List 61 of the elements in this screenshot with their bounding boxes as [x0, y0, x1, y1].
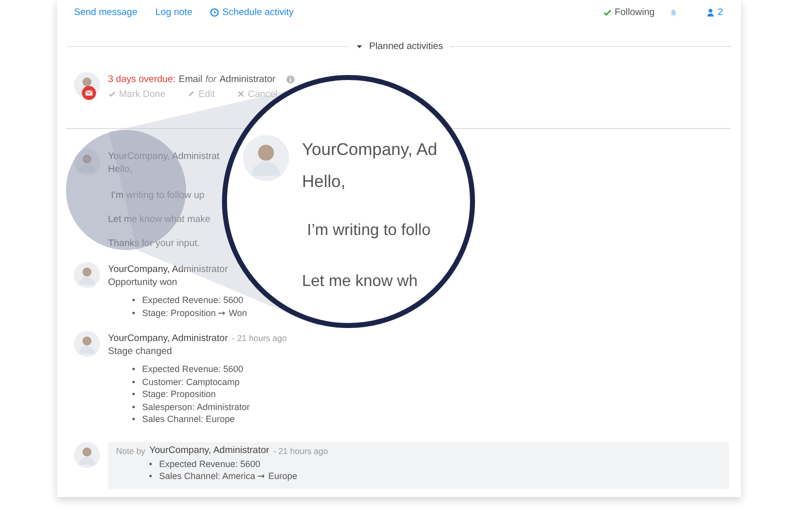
following-button[interactable]: Following	[602, 6, 655, 18]
activity-action-link[interactable]: Mark Done	[108, 88, 166, 100]
magnified-author: YourCompany, Ad	[302, 140, 438, 160]
for-label: for	[205, 74, 216, 84]
bullet-marker: •	[149, 458, 152, 470]
magnified-text: I’m writing to follo	[307, 222, 431, 240]
tracking-change: Stage: Proposition ➞ Won	[142, 306, 248, 319]
envelope-icon	[82, 86, 96, 100]
magnified-text: Let me know wh	[302, 273, 418, 291]
activity-action-link[interactable]: Cancel	[236, 88, 278, 100]
check-icon	[602, 8, 612, 16]
clock-icon	[210, 8, 220, 16]
pencil-icon	[187, 90, 196, 98]
tracking-change: Sales Channel: America ➞ Europe	[159, 470, 298, 482]
toolbar-link[interactable]: Log note	[155, 6, 192, 18]
author-name: YourCompany, Administrator	[108, 332, 228, 344]
avatar-icon	[74, 149, 100, 175]
magnified-text: Hello,	[302, 172, 346, 192]
message-text: Hello,	[108, 163, 134, 176]
bullet-marker: •	[132, 376, 136, 388]
bullet-marker: •	[149, 470, 152, 482]
tracking-change: Sales Channel: Europe	[142, 413, 235, 426]
note-prefix: Note by	[116, 446, 146, 456]
tracking-change: Customer: Camptocamp	[142, 376, 240, 388]
bullet-marker: •	[132, 413, 136, 426]
activity-assignee: Administrator	[219, 74, 276, 84]
check-icon	[108, 90, 116, 98]
message-time: - 21 hours ago	[273, 446, 328, 456]
activity-action-link[interactable]: Edit	[187, 88, 215, 100]
tracking-change: Expected Revenue: 5600	[142, 363, 244, 376]
avatar-icon	[243, 135, 289, 181]
info-icon[interactable]	[286, 74, 296, 84]
message-subtitle: Opportunity won	[108, 276, 178, 290]
overdue-label: 3 days overdue:	[108, 74, 176, 84]
user-icon	[706, 8, 715, 16]
toolbar-link[interactable]: Send message	[74, 6, 138, 18]
planned-activities-toggle[interactable]: Planned activities	[356, 40, 443, 52]
author-name: YourCompany, Administrator	[108, 264, 228, 274]
avatar-icon	[74, 331, 100, 357]
message-text: Thanks for your input.	[108, 237, 201, 250]
avatar-icon	[74, 442, 100, 468]
toolbar-link[interactable]: Schedule activity	[210, 6, 294, 18]
tracking-change: Stage: Proposition	[142, 388, 216, 400]
bell-icon[interactable]	[668, 8, 678, 16]
tracking-change: Expected Revenue: 5600	[142, 294, 244, 306]
bullet-marker: •	[132, 400, 136, 413]
message-time: - 21 hours ago	[232, 333, 287, 343]
message-subtitle: Stage changed	[108, 345, 173, 359]
author-name: YourCompany, Administrat	[108, 150, 220, 162]
bullet-marker: •	[132, 363, 136, 376]
author-name: YourCompany, Administrator	[149, 445, 270, 456]
tracking-change: Salesperson: Administrator	[142, 400, 250, 413]
followers-button[interactable]: 2	[706, 6, 723, 18]
caret-icon	[356, 42, 364, 50]
bullet-marker: •	[132, 306, 136, 319]
avatar-icon	[74, 262, 100, 288]
bullet-marker: •	[132, 294, 136, 306]
cross-icon	[236, 90, 245, 98]
tracking-change: Expected Revenue: 5600	[159, 458, 260, 470]
bullet-marker: •	[132, 388, 136, 400]
activity-type: Email	[178, 74, 202, 84]
